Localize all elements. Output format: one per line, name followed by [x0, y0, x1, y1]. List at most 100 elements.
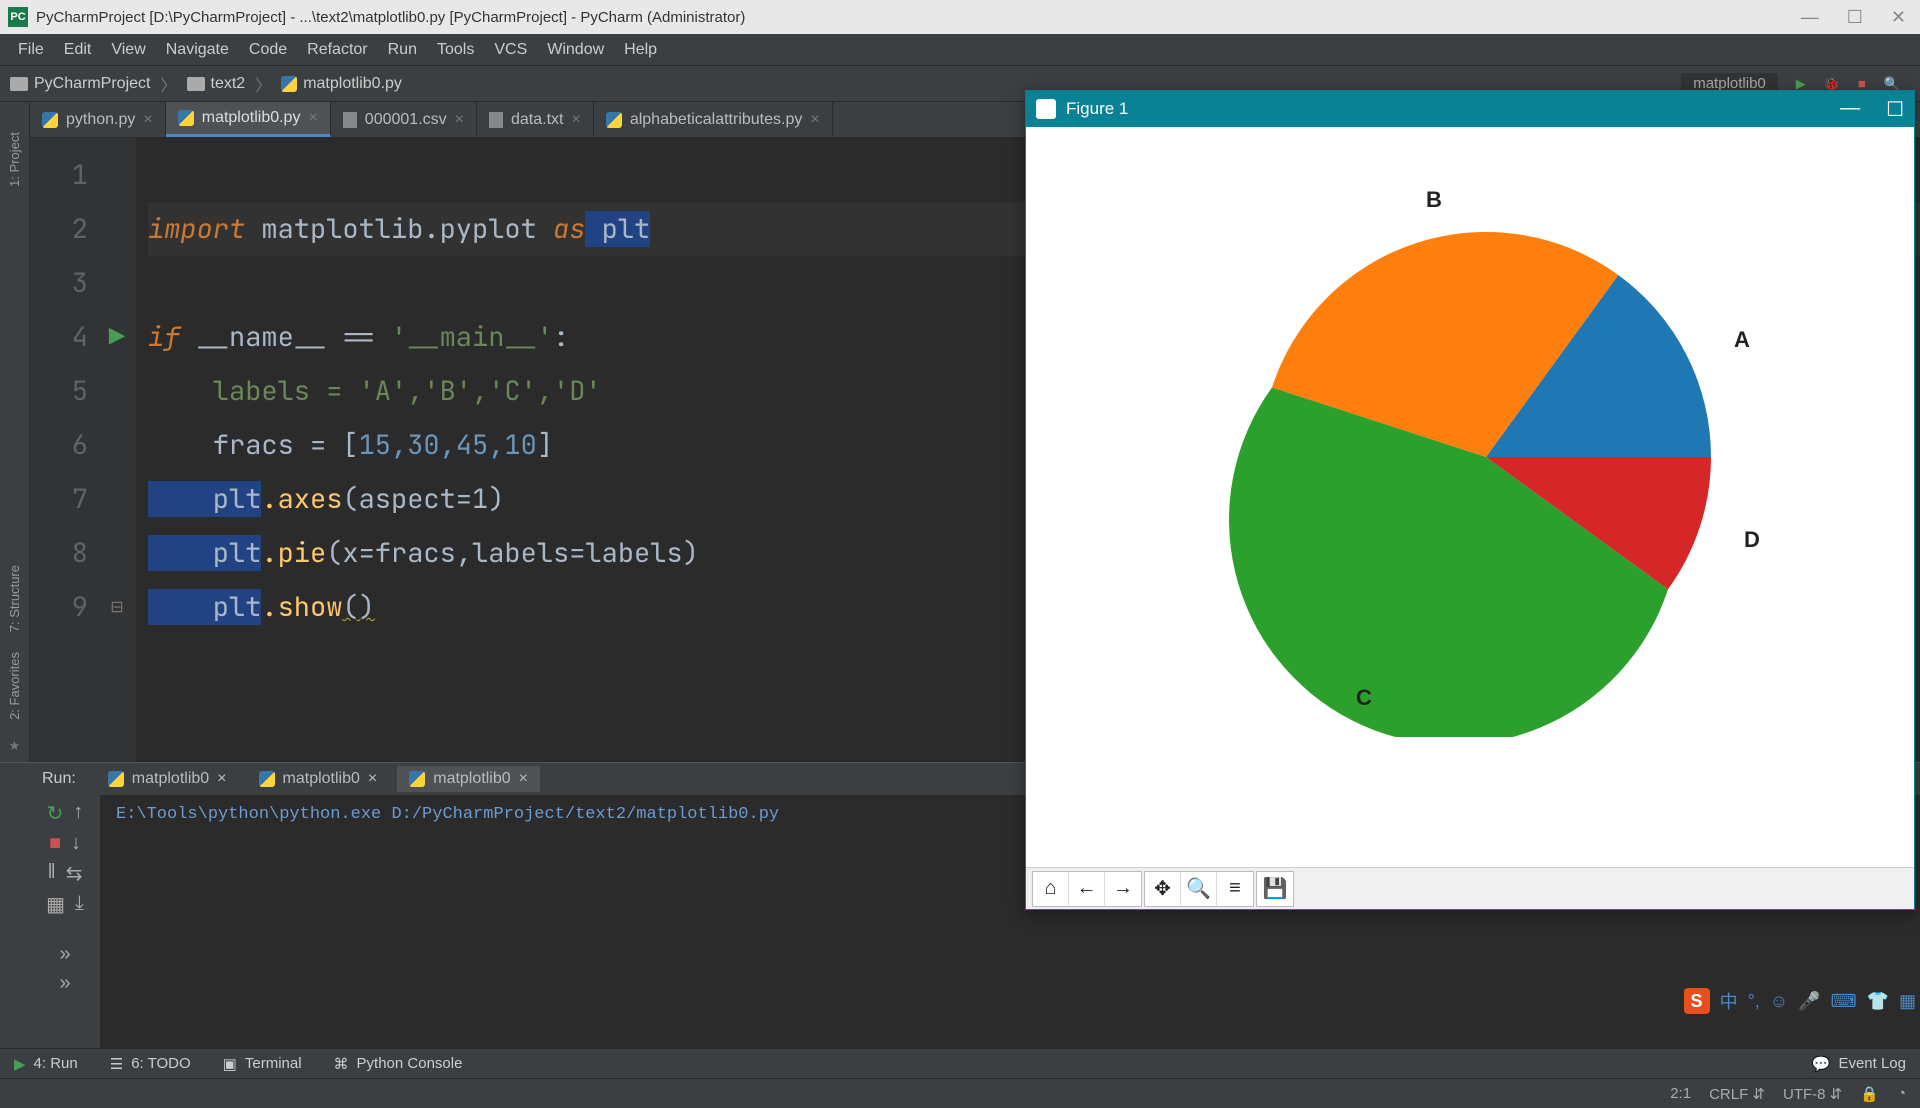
close-icon[interactable]: ×	[455, 111, 464, 129]
close-icon[interactable]: ×	[571, 111, 580, 129]
tool-favorites[interactable]: 2: Favorites	[7, 652, 22, 720]
menu-code[interactable]: Code	[241, 37, 295, 63]
stop-icon[interactable]: ■	[1858, 76, 1866, 91]
home-icon[interactable]: ⌂	[1033, 872, 1069, 906]
tray-icon[interactable]: 🎤	[1798, 991, 1820, 1012]
menu-run[interactable]: Run	[380, 37, 425, 63]
status-bar: 2:1 CRLF ⇵ UTF-8 ⇵ 🔒 ◔	[0, 1078, 1920, 1108]
menu-view[interactable]: View	[103, 37, 153, 63]
maximize-icon[interactable]: ☐	[1847, 7, 1863, 28]
figure-canvas[interactable]: A B C D	[1026, 127, 1914, 867]
run-label: Run:	[30, 770, 88, 788]
tab-000001-csv[interactable]: 000001.csv ×	[331, 102, 477, 137]
app-icon: PC	[8, 7, 28, 27]
tool-event-log[interactable]: 💬Event Log	[1812, 1055, 1906, 1073]
pie-label-a: A	[1734, 327, 1750, 352]
run-gutter-icon[interactable]: ▶	[98, 310, 136, 364]
file-encoding[interactable]: UTF-8 ⇵	[1783, 1085, 1842, 1103]
close-icon[interactable]: ×	[143, 111, 152, 129]
python-file-icon	[42, 112, 58, 128]
run-toolbar: ↻↑ ■↓ ‖⇆ ▦⤓ » »	[30, 795, 100, 1048]
close-icon[interactable]: ×	[308, 109, 317, 127]
tab-label: python.py	[66, 111, 135, 129]
figure-titlebar[interactable]: Figure 1 — ☐	[1026, 91, 1914, 127]
file-icon	[489, 112, 503, 128]
tab-python-py[interactable]: python.py ×	[30, 102, 166, 137]
bottom-tool-stripe: ▶4: Run ☰6: TODO ▣Terminal ⌘Python Conso…	[0, 1048, 1920, 1078]
maximize-icon[interactable]: ☐	[1886, 97, 1904, 122]
tray-icon[interactable]: 👕	[1867, 991, 1889, 1012]
forward-icon[interactable]: →	[1105, 872, 1141, 906]
close-icon[interactable]: ×	[810, 111, 819, 129]
folder-icon	[187, 77, 205, 91]
tray-icon[interactable]: ▦	[1899, 991, 1916, 1012]
menu-bar: File Edit View Navigate Code Refactor Ru…	[0, 34, 1920, 66]
figure-toolbar: ⌂ ← → ✥ 🔍 ≡ 💾	[1026, 867, 1914, 909]
pan-icon[interactable]: ✥	[1145, 872, 1181, 906]
pie-label-c: C	[1356, 685, 1372, 710]
menu-vcs[interactable]: VCS	[486, 37, 535, 63]
pie-chart: A B C D	[1206, 177, 1766, 737]
figure-title: Figure 1	[1066, 99, 1830, 119]
tool-structure[interactable]: 7: Structure	[7, 565, 22, 632]
inspection-icon[interactable]: ◔	[1897, 1085, 1906, 1102]
tab-alphabeticalattributes-py[interactable]: alphabeticalattributes.py ×	[594, 102, 833, 137]
menu-file[interactable]: File	[10, 37, 52, 63]
menu-window[interactable]: Window	[539, 37, 612, 63]
matplotlib-icon	[1036, 99, 1056, 119]
crumb-file[interactable]: matplotlib0.py	[303, 75, 402, 93]
tray-icon[interactable]: 中	[1720, 988, 1738, 1014]
down-icon[interactable]: ↓	[71, 832, 81, 855]
menu-help[interactable]: Help	[616, 37, 665, 63]
tab-label: alphabeticalattributes.py	[630, 111, 803, 129]
back-icon[interactable]: ←	[1069, 872, 1105, 906]
save-icon[interactable]: 💾	[1257, 872, 1293, 906]
export-icon[interactable]: ⤓	[75, 892, 84, 917]
gutter-icons: ▶ ⊟	[98, 138, 136, 762]
tool-project[interactable]: 1: Project	[7, 132, 22, 187]
tool-run[interactable]: ▶4: Run	[14, 1055, 78, 1073]
sogou-ime-icon[interactable]: S	[1684, 988, 1710, 1014]
menu-refactor[interactable]: Refactor	[299, 37, 375, 63]
pie-label-b: B	[1426, 187, 1442, 212]
system-tray: S 中 °, ☺ 🎤 ⌨ 👕 ▦	[1684, 988, 1916, 1014]
window-titlebar: PC PyCharmProject [D:\PyCharmProject] - …	[0, 0, 1920, 34]
minimize-icon[interactable]: —	[1801, 7, 1819, 28]
fold-icon[interactable]: ⊟	[98, 580, 136, 634]
layout-icon[interactable]: ▦	[46, 892, 65, 917]
menu-tools[interactable]: Tools	[429, 37, 482, 63]
python-file-icon	[178, 110, 194, 126]
tab-data-txt[interactable]: data.txt ×	[477, 102, 594, 137]
tool-terminal[interactable]: ▣Terminal	[223, 1055, 302, 1073]
readonly-icon[interactable]: 🔒	[1860, 1085, 1879, 1103]
run-tab[interactable]: matplotlib0×	[96, 766, 239, 792]
crumb-folder[interactable]: text2	[211, 75, 246, 93]
tray-icon[interactable]: ☺	[1770, 991, 1788, 1012]
tray-icon[interactable]: ⌨	[1831, 991, 1857, 1012]
menu-navigate[interactable]: Navigate	[158, 37, 237, 63]
tool-python-console[interactable]: ⌘Python Console	[334, 1055, 463, 1073]
pause-icon[interactable]: ‖	[47, 861, 55, 886]
pie-label-d: D	[1744, 527, 1760, 552]
tab-matplotlib0-py[interactable]: matplotlib0.py×	[166, 102, 331, 137]
line-separator[interactable]: CRLF ⇵	[1709, 1085, 1765, 1103]
tab-label: data.txt	[511, 111, 563, 129]
wrap-icon[interactable]: ⇆	[66, 861, 83, 886]
tray-icon[interactable]: °,	[1748, 991, 1760, 1012]
left-tool-stripe: 1: Project 7: Structure 2: Favorites ★	[0, 102, 30, 762]
tab-label: 000001.csv	[365, 111, 447, 129]
run-tab[interactable]: matplotlib0×	[247, 766, 390, 792]
run-tab[interactable]: matplotlib0×	[397, 766, 540, 792]
zoom-icon[interactable]: 🔍	[1181, 872, 1217, 906]
menu-edit[interactable]: Edit	[56, 37, 100, 63]
crumb-project[interactable]: PyCharmProject	[34, 75, 150, 93]
rerun-icon[interactable]: ↻	[47, 801, 64, 826]
minimize-icon[interactable]: —	[1840, 97, 1860, 122]
up-icon[interactable]: ↑	[73, 801, 83, 826]
matplotlib-figure-window[interactable]: Figure 1 — ☐ A B C D ⌂	[1025, 90, 1915, 910]
configure-icon[interactable]: ≡	[1217, 872, 1253, 906]
close-icon[interactable]: ✕	[1891, 7, 1906, 28]
python-file-icon	[281, 76, 297, 92]
tool-todo[interactable]: ☰6: TODO	[110, 1055, 191, 1073]
stop-icon[interactable]: ■	[49, 832, 61, 855]
